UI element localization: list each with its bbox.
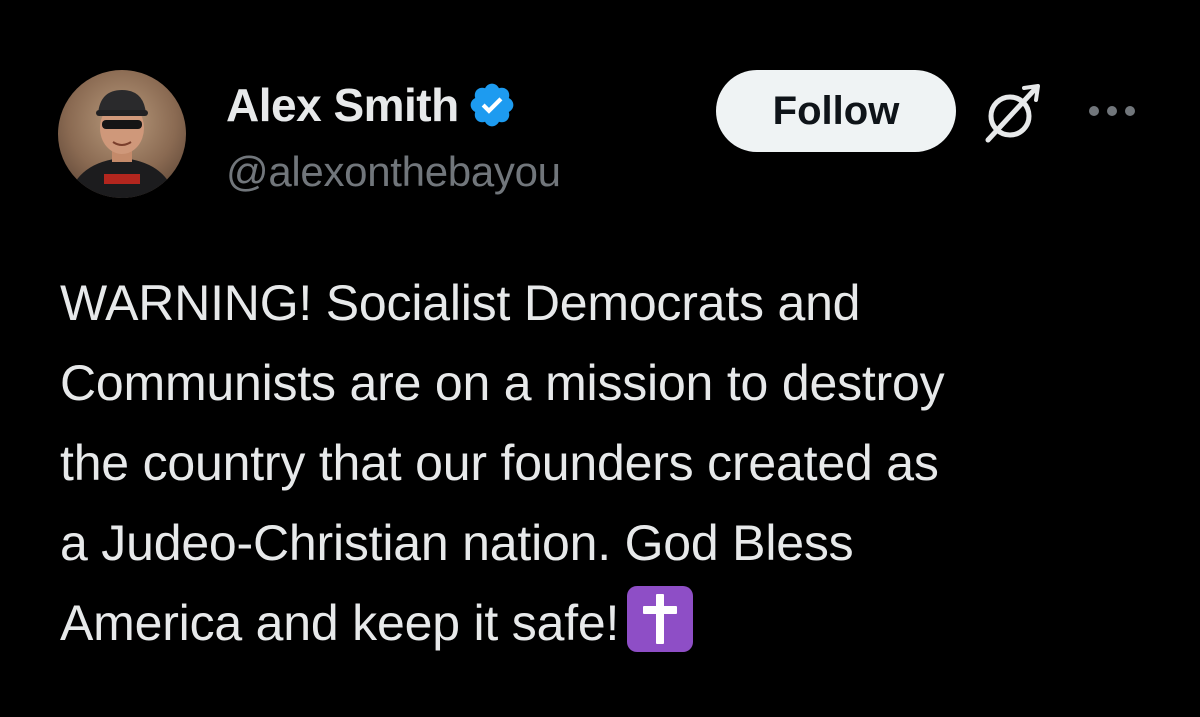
post-text: WARNING! Socialist Democrats and Communi… <box>60 263 1170 663</box>
post-text-line-3: the country that our founders created as <box>60 435 939 491</box>
author-name-row: Alex Smith <box>226 76 517 134</box>
verified-badge-icon[interactable] <box>467 80 517 130</box>
more-dots-icon[interactable] <box>1084 96 1140 126</box>
grok-icon[interactable] <box>980 80 1046 146</box>
post-text-line-5: America and keep it safe! <box>60 583 1170 663</box>
avatar[interactable] <box>58 70 186 198</box>
author-handle[interactable]: @alexonthebayou <box>226 148 561 196</box>
post-card: Alex Smith @alexonthebayou Follow WARNIN… <box>0 0 1200 717</box>
post-text-line-5-text: America and keep it safe! <box>60 595 620 651</box>
post-text-line-4: a Judeo-Christian nation. God Bless <box>60 515 854 571</box>
author-display-name[interactable]: Alex Smith <box>226 78 459 132</box>
follow-button[interactable]: Follow <box>716 70 956 152</box>
latin-cross-emoji-icon <box>625 584 695 654</box>
post-text-line-1: WARNING! Socialist Democrats and <box>60 275 861 331</box>
user-avatar-photo <box>58 70 186 198</box>
post-text-line-2: Communists are on a mission to destroy <box>60 355 945 411</box>
